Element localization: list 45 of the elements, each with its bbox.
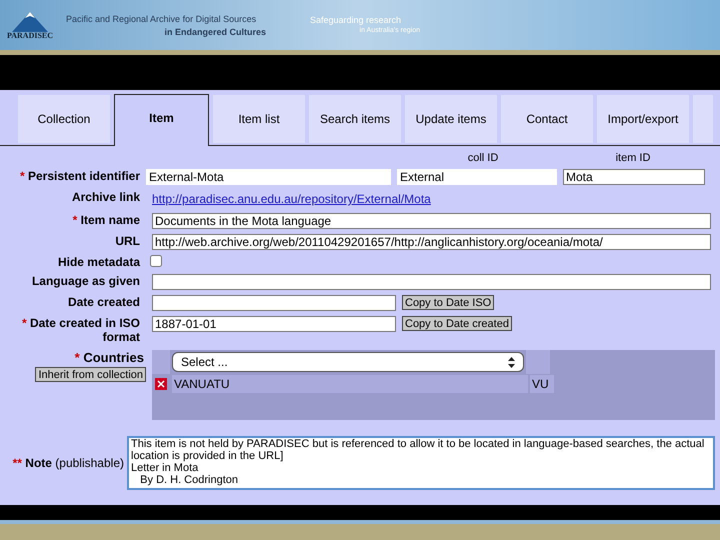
tab[interactable]: Search items: [309, 95, 401, 143]
inherit-button[interactable]: Inherit from collection: [35, 367, 146, 382]
country-name: VANUATU: [172, 375, 528, 393]
country-select[interactable]: Select ...: [172, 352, 524, 372]
input-field[interactable]: [152, 274, 711, 290]
tab[interactable]: Item list: [213, 95, 305, 143]
tab[interactable]: Update items: [405, 95, 497, 143]
input-field[interactable]: External: [397, 169, 557, 185]
input-field[interactable]: Mota: [563, 169, 705, 185]
archive-link[interactable]: http://paradisec.anu.edu.au/repository/External/Mota: [152, 190, 431, 208]
site-subtitle: in Endangered Cultures: [164, 26, 266, 38]
note-textarea[interactable]: This item is not held by PARADISEC but is referenced to allow it to be located in language-based searches, the actual location is provided in the URL] Letter in Mota By D. H. Codrington: [127, 436, 715, 490]
input-field[interactable]: [152, 295, 396, 311]
tab[interactable]: Item: [114, 94, 209, 146]
field-label: ** Note (publishable): [12, 455, 125, 472]
site-title: Pacific and Regional Archive for Digital Sources: [66, 12, 256, 26]
field-label: URL: [114, 234, 141, 248]
input-field[interactable]: 1887-01-01: [152, 316, 396, 332]
field-label: Archive link: [70, 190, 141, 204]
field-label: * Date created in ISO format: [20, 316, 141, 344]
field-label: * Persistent identifier: [18, 169, 141, 183]
table-cell: [152, 350, 170, 374]
column-header: item ID: [614, 151, 652, 164]
field-label: * Countries: [74, 350, 145, 365]
column-header: coll ID: [466, 151, 500, 164]
field-label: Language as given: [30, 274, 141, 288]
field-label: Date created: [66, 295, 141, 309]
tagline: Safeguarding research: [310, 14, 402, 26]
copy-button[interactable]: Copy to Date created: [402, 316, 512, 331]
country-code: VU: [530, 375, 554, 393]
copy-button[interactable]: Copy to Date ISO: [402, 295, 494, 310]
input-field[interactable]: Documents in the Mota language: [152, 213, 711, 229]
mountain-logo-icon: [12, 10, 48, 32]
select-arrows-icon: [508, 356, 515, 368]
checkbox[interactable]: [150, 255, 162, 267]
input-field[interactable]: External-Mota: [146, 169, 391, 185]
field-label: * Item name: [72, 213, 141, 227]
table-cell: [526, 350, 550, 374]
logo-text: PARADISEC: [6, 32, 54, 40]
input-field[interactable]: http://web.archive.org/web/20110429201657/http://anglicanhistory.org/oceania/mota/: [152, 234, 711, 250]
tab[interactable]: Collection: [18, 95, 110, 143]
tab[interactable]: Import/export: [597, 95, 689, 143]
field-label: Hide metadata: [56, 255, 142, 269]
delete-icon[interactable]: [155, 378, 167, 390]
tab[interactable]: Contact: [501, 95, 593, 143]
